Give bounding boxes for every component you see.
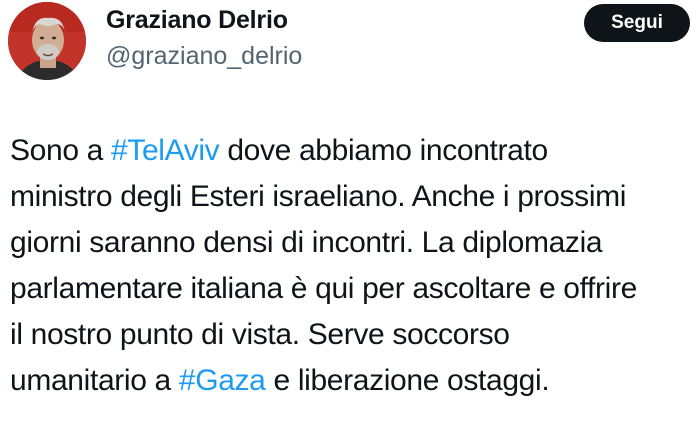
avatar[interactable] <box>8 2 86 80</box>
author-handle[interactable]: @graziano_delrio <box>106 42 302 71</box>
tweet-text-segment: il nostro punto di vista. Serve soccorso <box>10 318 510 351</box>
tweet-text-segment: e liberazione ostaggi. <box>265 364 550 397</box>
tweet-line: giorni saranno densi di incontri. La dip… <box>10 220 698 266</box>
tweet-text-segment: Sono a <box>10 134 111 167</box>
tweet-text-segment: giorni saranno densi di incontri. La dip… <box>10 226 603 259</box>
tweet-line: ministro degli Esteri israeliano. Anche … <box>10 174 698 220</box>
tweet-line: parlamentare italiana è qui per ascoltar… <box>10 266 698 312</box>
hashtag-link[interactable]: #Gaza <box>179 364 266 397</box>
hashtag-link[interactable]: #TelAviv <box>111 134 220 167</box>
tweet-line: Sono a #TelAviv dove abbiamo incontrato <box>10 128 698 174</box>
follow-button[interactable]: Segui <box>584 4 690 42</box>
tweet-text-segment: dove abbiamo incontrato <box>219 134 548 167</box>
tweet-text-segment: ministro degli Esteri israeliano. Anche … <box>10 180 627 213</box>
tweet-text-segment: umanitario a <box>10 364 179 397</box>
tweet-text: Sono a #TelAviv dove abbiamo incontrato … <box>10 128 698 404</box>
tweet-text-segment: parlamentare italiana è qui per ascoltar… <box>10 272 637 305</box>
author-display-name[interactable]: Graziano Delrio <box>106 6 288 35</box>
tweet-line: il nostro punto di vista. Serve soccorso <box>10 312 698 358</box>
avatar-photo-icon <box>8 2 86 80</box>
tweet-line: umanitario a #Gaza e liberazione ostaggi… <box>10 358 698 404</box>
